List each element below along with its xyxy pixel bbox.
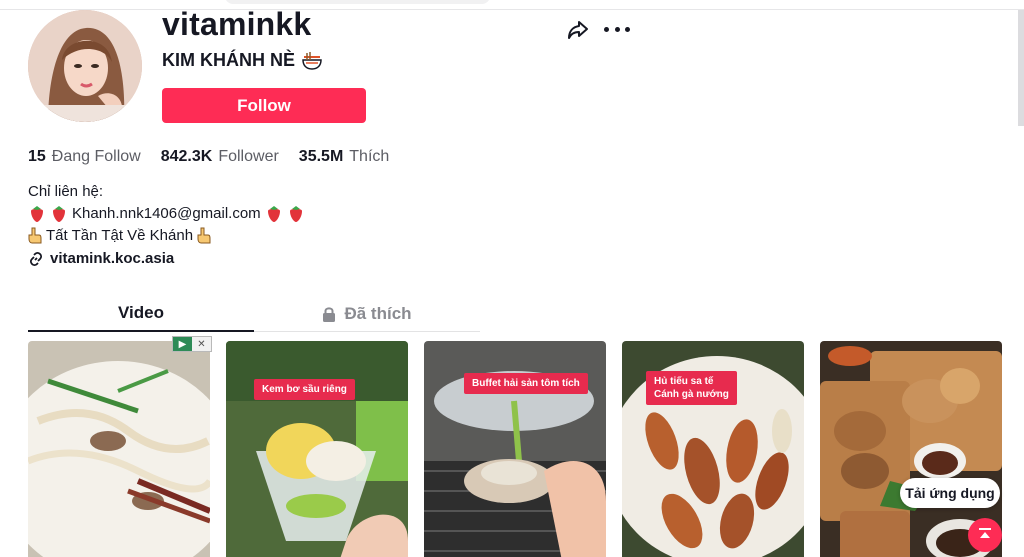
bio: Chỉ liên hệ: Khanh.nnk1406@gmail.com Tất… — [28, 181, 305, 247]
follow-button[interactable]: Follow — [162, 88, 366, 123]
back-to-top-button[interactable] — [968, 518, 1002, 552]
back-to-top-icon — [979, 528, 991, 538]
video-caption: Buffet hải sản tôm tích — [464, 373, 588, 394]
share-icon[interactable] — [566, 18, 590, 42]
bio-line-3: Tất Tần Tật Về Khánh — [28, 225, 305, 247]
scrollbar[interactable] — [1018, 10, 1024, 126]
username: vitaminkk — [162, 6, 312, 42]
bio-link[interactable]: vitamink.koc.asia — [28, 250, 174, 267]
nickname: KIM KHÁNH NÈ — [162, 50, 323, 71]
video-caption-line-1: Hủ tiếu sa tế — [654, 376, 714, 387]
tab-liked[interactable]: Đã thích — [254, 296, 480, 332]
bio-link-text: vitamink.koc.asia — [50, 250, 175, 267]
video-caption-line-2: Cánh gà nướng — [654, 389, 729, 400]
stat-followers[interactable]: 842.3K Follower — [161, 148, 279, 166]
video-card[interactable]: Buffet hải sản tôm tích — [424, 341, 606, 557]
profile-stats: 15 Đang Follow 842.3K Follower 35.5M Thích — [28, 148, 389, 166]
pointing-hand-icon — [28, 227, 42, 244]
ad-play-icon[interactable]: ▶ — [173, 337, 192, 351]
bio-line-1: Chỉ liên hệ: — [28, 183, 104, 200]
avatar[interactable] — [28, 10, 142, 122]
strawberry-icon — [53, 206, 65, 222]
lock-icon — [323, 307, 336, 322]
strawberry-icon — [289, 206, 302, 222]
nickname-text: KIM KHÁNH NÈ — [162, 50, 295, 70]
video-grid: Kem bơ sầu riêng Buffet hải sản tôm tích — [28, 341, 1002, 557]
video-card[interactable]: Hủ tiếu sa tế Cánh gà nướng — [622, 341, 804, 557]
bio-text: Tất Tần Tật Về Khánh — [46, 227, 194, 244]
noodle-bowl-icon — [302, 51, 322, 70]
video-card[interactable]: Kem bơ sầu riêng — [226, 341, 408, 557]
strawberry-icon — [31, 206, 43, 222]
strawberry-icon — [267, 206, 280, 222]
ad-close-icon[interactable]: ✕ — [192, 337, 211, 351]
video-caption: Kem bơ sầu riêng — [254, 379, 355, 400]
video-caption: Hủ tiếu sa tế Cánh gà nướng — [646, 371, 737, 405]
tab-video[interactable]: Video — [28, 296, 254, 332]
stat-following[interactable]: 15 Đang Follow — [28, 148, 141, 166]
pointing-hand-icon — [197, 227, 211, 244]
stat-likes: 35.5M Thích — [298, 148, 390, 165]
ad-controls: ▶ ✕ — [172, 336, 212, 352]
more-icon[interactable] — [604, 18, 630, 40]
bio-email: Khanh.nnk1406@gmail.com — [72, 205, 261, 222]
search-bar[interactable] — [225, 0, 490, 4]
link-icon — [29, 251, 43, 266]
top-bar — [0, 0, 1024, 10]
bio-line-2: Khanh.nnk1406@gmail.com — [28, 203, 305, 225]
profile-tabs: Video Đã thích — [28, 296, 480, 332]
video-card[interactable] — [28, 341, 210, 557]
get-app-button[interactable]: Tải ứng dụng — [900, 478, 1000, 508]
